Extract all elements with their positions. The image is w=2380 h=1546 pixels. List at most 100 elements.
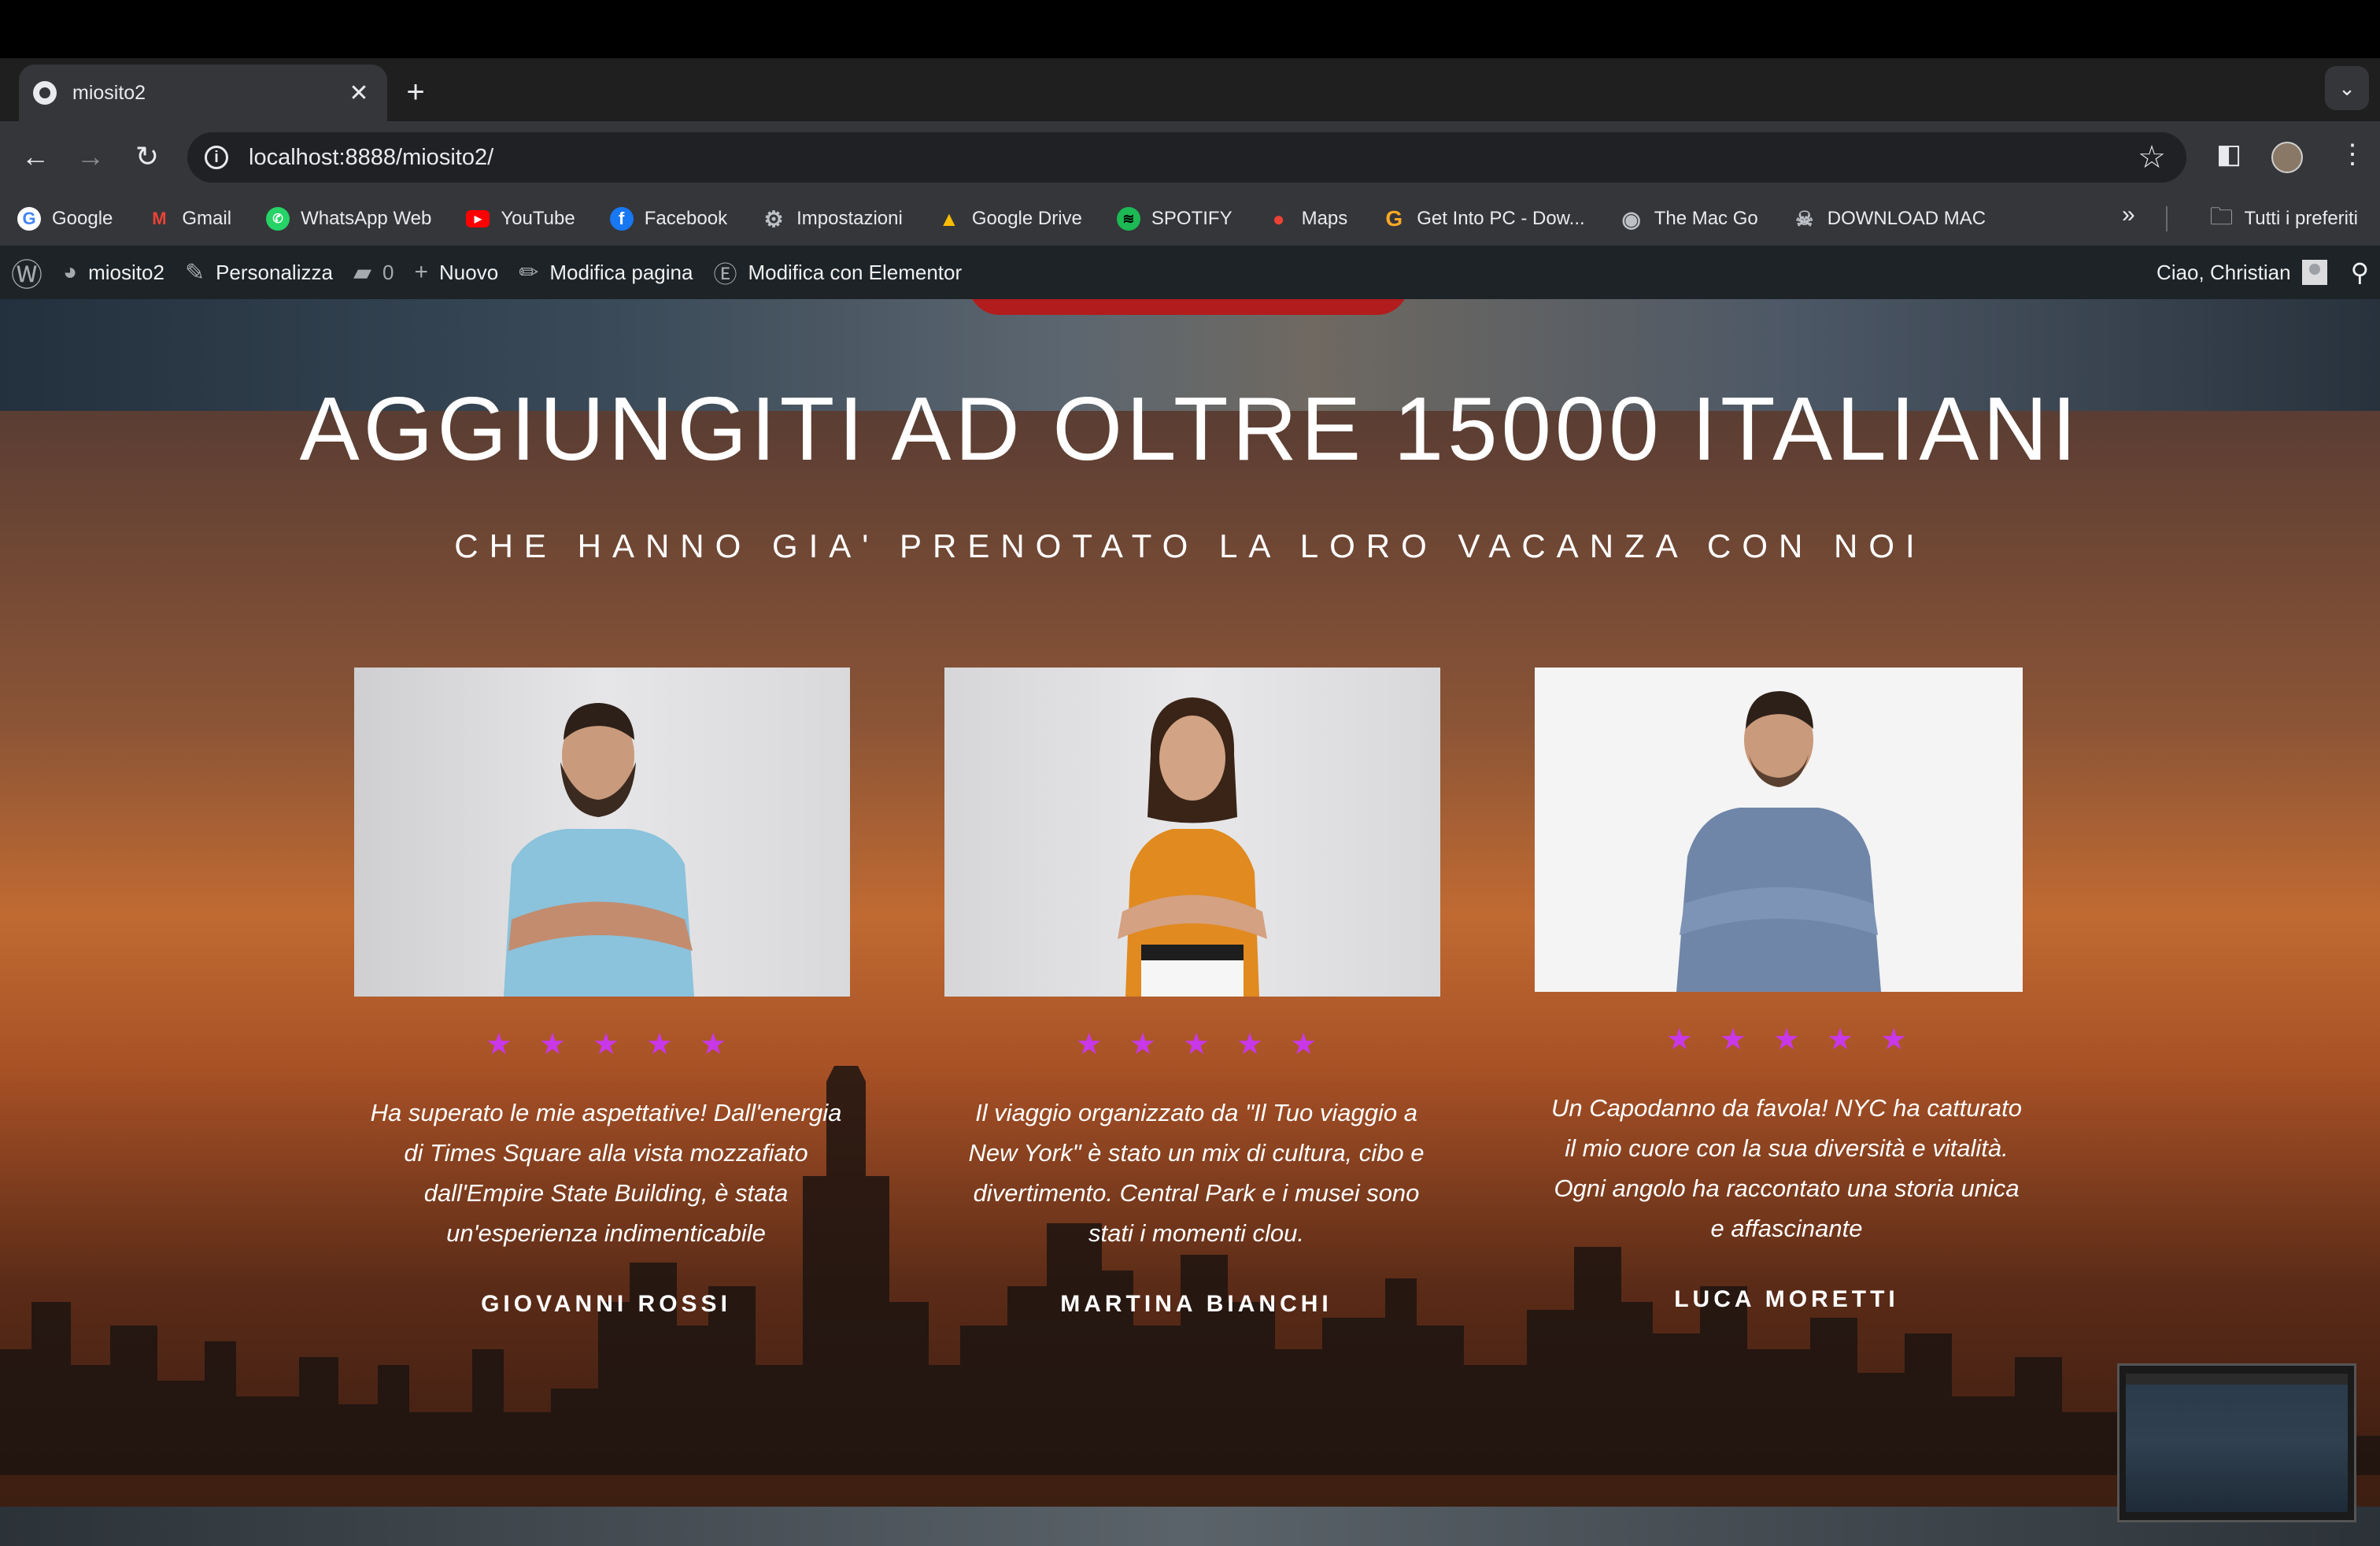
skull-icon: ☠ [1795, 206, 1814, 231]
new-tab-button[interactable]: + [400, 72, 431, 112]
star-icon: ★ [592, 1028, 620, 1061]
tab-strip: miosito2 ✕ + ⌄ [0, 58, 2380, 121]
bookmark-google-drive[interactable]: ▲ Google Drive [937, 207, 1082, 231]
testimonial-photo [944, 668, 1440, 997]
testimonial-quote: Un Capodanno da favola! NYC ha catturato… [1551, 1094, 2022, 1242]
browser-tab[interactable]: miosito2 ✕ [19, 65, 387, 121]
testimonial-card: ★ ★ ★ ★ ★ Il viaggio organizzato da "Il Tuo … [944, 668, 1448, 1318]
back-arrow-icon[interactable]: ← [17, 139, 54, 175]
page-content: AGGIUNGITI AD OLTRE 15000 ITALIANI CHE H… [0, 299, 2380, 1546]
testimonial-card: ★ ★ ★ ★ ★ Un Capodanno da favola! NYC ha cat… [1535, 668, 2038, 1313]
elementor-icon: Ⓔ [713, 262, 737, 288]
star-icon: ★ [485, 1028, 512, 1061]
bookmark-getintopc[interactable]: G Get Into PC - Dow... [1382, 206, 1584, 231]
wp-customize[interactable]: ✎ Personalizza [185, 259, 333, 287]
gmail-icon: M [152, 209, 167, 228]
wordpress-logo-button[interactable]: Ⓦ [11, 250, 42, 295]
testimonial-card: ★ ★ ★ ★ ★ Ha superato le mie aspettative! Da… [354, 668, 858, 1318]
section-title: AGGIUNGITI AD OLTRE 15000 ITALIANI [299, 379, 2081, 479]
bookmark-impostazioni[interactable]: ⚙ Impostazioni [762, 207, 903, 231]
bookmark-google[interactable]: G Google [17, 207, 113, 231]
star-rating: ★ ★ ★ ★ ★ [354, 1030, 858, 1060]
youtube-icon: ▶ [466, 210, 490, 227]
wp-admin-bar: Ⓦ ◕ miosito2 ✎ Personalizza ▰ 0 + Nuovo ✏ Mod… [0, 246, 2380, 299]
all-bookmarks-folder[interactable]: 🗀 Tutti i preferiti [2210, 192, 2358, 246]
bookmark-gmail[interactable]: M Gmail [147, 207, 231, 231]
comment-icon: ▰ [353, 259, 372, 286]
screen-top-bar [0, 0, 2380, 58]
bookmark-download-mac[interactable]: ☠ DOWNLOAD MAC [1793, 207, 1986, 231]
wp-account[interactable]: Ciao, Christian ⚲ [2156, 246, 2380, 299]
testimonial-photo [354, 668, 850, 997]
site-info-icon[interactable]: i [205, 146, 228, 169]
star-icon: ★ [1290, 1028, 1318, 1061]
plus-icon: + [414, 259, 429, 285]
star-icon: ★ [700, 1028, 727, 1061]
hero-cta-button[interactable] [968, 299, 1409, 315]
star-icon: ★ [1880, 1023, 1908, 1056]
browser-toolbar: ← → ↻ i localhost:8888/miosito2/ ☆ ◧ ⋮ [0, 121, 2380, 192]
tab-title: miosito2 [72, 81, 146, 104]
wp-edit-elementor[interactable]: Ⓔ Modifica con Elementor [713, 255, 962, 290]
whatsapp-icon: ✆ [266, 207, 290, 231]
close-tab-icon[interactable]: ✕ [343, 80, 375, 107]
testimonial-name: GIOVANNI ROSSI [481, 1291, 731, 1317]
bookmarks-divider [2166, 206, 2168, 231]
bookmarks-bar: G Google M Gmail ✆ WhatsApp Web ▶ YouTube fF… [0, 192, 2380, 246]
url-text[interactable]: localhost:8888/miosito2/ [249, 145, 2138, 171]
search-icon[interactable]: ⚲ [2351, 257, 2369, 287]
testimonial-photo [1535, 668, 2023, 992]
star-icon: ★ [1772, 1023, 1801, 1056]
star-icon: ★ [538, 1028, 566, 1061]
star-icon: ★ [646, 1028, 674, 1061]
screenshot-preview-thumbnail[interactable] [2117, 1363, 2356, 1522]
tab-search-chevron-down-icon[interactable]: ⌄ [2325, 66, 2369, 110]
google-drive-icon: ▲ [938, 206, 959, 231]
star-icon: ★ [1182, 1028, 1210, 1061]
facebook-icon: f [609, 207, 634, 231]
bookmark-spotify[interactable]: ≋ SPOTIFY [1116, 207, 1232, 231]
star-rating: ★ ★ ★ ★ ★ [1535, 1025, 2038, 1055]
folder-icon: 🗀 [2209, 203, 2234, 230]
site-favicon-icon [33, 81, 57, 105]
getintopc-icon: G [1385, 206, 1403, 231]
star-icon: ★ [1075, 1028, 1103, 1061]
spotify-icon: ≋ [1116, 207, 1140, 231]
user-avatar [2301, 260, 2327, 285]
maps-icon: ● [1272, 206, 1285, 231]
star-icon: ★ [1129, 1028, 1156, 1061]
bookmark-maps[interactable]: ● Maps [1267, 207, 1348, 231]
section-subtitle: CHE HANNO GIA' PRENOTATO LA LORO VACANZA… [454, 527, 1926, 564]
globe-icon: ◉ [1621, 206, 1641, 231]
star-icon: ★ [1665, 1023, 1693, 1056]
star-icon: ★ [1236, 1028, 1264, 1061]
bookmark-the-mac-go[interactable]: ◉ The Mac Go [1620, 206, 1757, 231]
star-rating: ★ ★ ★ ★ ★ [944, 1030, 1448, 1060]
testimonial-quote: Ha superato le mie aspettative! Dall'ene… [370, 1099, 842, 1247]
forward-arrow-icon[interactable]: → [72, 139, 109, 175]
wp-site-name[interactable]: ◕ miosito2 [63, 259, 164, 286]
testimonial-quote: Il viaggio organizzato da "Il Tuo viaggi… [968, 1099, 1425, 1247]
testimonial-name: MARTINA BIANCHI [1060, 1291, 1332, 1317]
wp-new[interactable]: + Nuovo [415, 259, 499, 286]
bookmark-whatsapp[interactable]: ✆ WhatsApp Web [266, 207, 431, 231]
side-panel-icon[interactable]: ◧ [2216, 139, 2241, 170]
google-icon: G [17, 207, 41, 231]
gear-icon: ⚙ [763, 206, 784, 231]
star-icon: ★ [1719, 1023, 1746, 1056]
wp-comments[interactable]: ▰ 0 [353, 259, 394, 287]
address-bar[interactable]: i localhost:8888/miosito2/ ☆ [187, 132, 2186, 183]
wp-edit-page[interactable]: ✏ Modifica pagina [519, 259, 693, 287]
bookmark-facebook[interactable]: f Facebook [609, 207, 727, 231]
kebab-menu-icon[interactable]: ⋮ [2339, 139, 2366, 170]
testimonial-name: LUCA MORETTI [1674, 1286, 1899, 1312]
star-icon: ★ [1827, 1023, 1854, 1056]
profile-avatar[interactable] [2271, 142, 2303, 173]
next-section-image [0, 1507, 2380, 1546]
reload-icon[interactable]: ↻ [129, 139, 165, 175]
dashboard-icon: ◕ [63, 259, 78, 285]
bookmark-star-icon[interactable]: ☆ [2138, 139, 2166, 176]
bookmark-youtube[interactable]: ▶ YouTube [466, 208, 575, 230]
brush-icon: ✎ [184, 259, 205, 286]
more-bookmarks-chevron-icon[interactable]: » [2122, 202, 2135, 228]
